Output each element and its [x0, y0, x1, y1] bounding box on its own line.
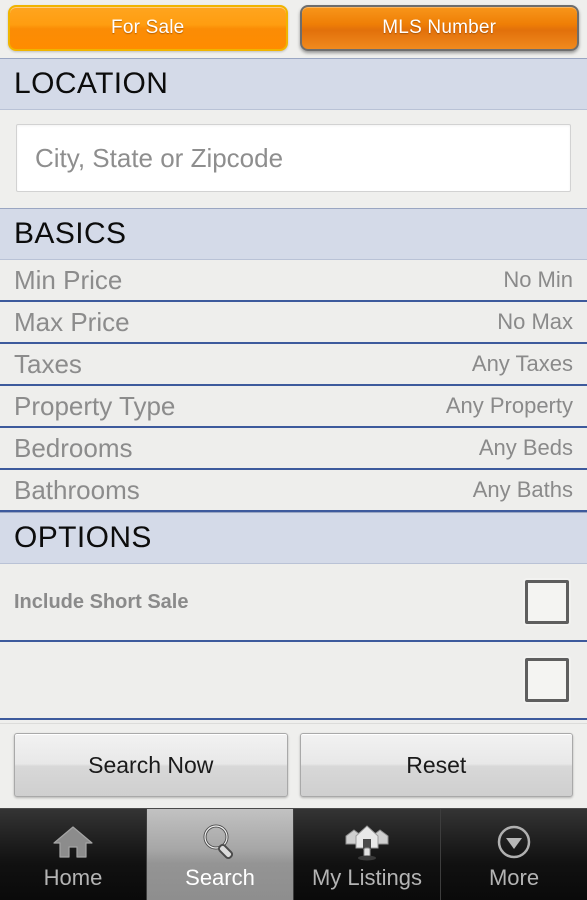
chevron-down-circle-icon [491, 821, 537, 863]
row-label: Max Price [14, 307, 130, 337]
reset-button[interactable]: Reset [299, 733, 573, 797]
row-max-price[interactable]: Max Price No Max [0, 302, 587, 344]
location-input[interactable] [16, 124, 571, 192]
checkbox-option-second[interactable] [525, 658, 569, 702]
row-min-price[interactable]: Min Price No Min [0, 260, 587, 302]
row-label: Min Price [14, 265, 123, 295]
row-value: No Min [503, 267, 573, 292]
tab-home[interactable]: Home [0, 809, 147, 900]
basics-rows: Min Price No Min Max Price No Max Taxes … [0, 260, 587, 512]
search-now-label: Search Now [88, 751, 214, 778]
row-label: Property Type [14, 391, 176, 421]
options-rows: Include Short Sale [0, 564, 587, 720]
option-include-short-sale[interactable]: Include Short Sale [0, 564, 587, 642]
row-taxes[interactable]: Taxes Any Taxes [0, 344, 587, 386]
houses-icon [344, 821, 390, 863]
tab-more[interactable]: More [441, 809, 587, 900]
row-value: Any Baths [472, 477, 573, 502]
toggle-for-sale-label: For Sale [111, 17, 185, 38]
row-label: Taxes [14, 349, 82, 379]
search-screen: For Sale MLS Number LOCATION BASICS Min … [0, 0, 587, 900]
row-bedrooms[interactable]: Bedrooms Any Beds [0, 428, 587, 470]
search-icon [197, 821, 243, 863]
option-second[interactable] [0, 642, 587, 720]
row-value: No Max [497, 309, 573, 334]
search-now-button[interactable]: Search Now [14, 733, 288, 797]
section-header-basics: BASICS [0, 208, 587, 260]
tab-my-listings-label: My Listings [311, 864, 423, 890]
row-bathrooms[interactable]: Bathrooms Any Baths [0, 470, 587, 512]
location-pane [0, 110, 587, 208]
row-property-type[interactable]: Property Type Any Property [0, 386, 587, 428]
toggle-mls-number-label: MLS Number [382, 17, 497, 38]
row-label: Bathrooms [14, 475, 140, 505]
section-header-options: OPTIONS [0, 512, 587, 564]
row-label: Bedrooms [14, 433, 133, 463]
row-value: Any Taxes [471, 351, 573, 376]
section-title-location: LOCATION [14, 67, 169, 100]
row-value: Any Beds [478, 435, 573, 460]
bottom-tab-bar: Home Search My Listings More [0, 808, 587, 900]
section-title-options: OPTIONS [14, 521, 152, 554]
toggle-for-sale[interactable]: For Sale [8, 5, 288, 51]
section-title-basics: BASICS [14, 217, 127, 250]
home-icon [50, 821, 96, 863]
search-mode-toggle: For Sale MLS Number [0, 0, 587, 58]
toggle-mls-number[interactable]: MLS Number [299, 5, 579, 51]
reset-label: Reset [406, 751, 467, 778]
tab-my-listings[interactable]: My Listings [294, 809, 441, 900]
search-form-scroll[interactable]: LOCATION BASICS Min Price No Min Max Pri… [0, 58, 587, 808]
tab-home-label: Home [43, 864, 103, 890]
row-value: Any Property [445, 393, 573, 418]
action-bar: Search Now Reset [0, 723, 587, 808]
tab-search[interactable]: Search [147, 809, 294, 900]
section-header-location: LOCATION [0, 58, 587, 110]
checkbox-include-short-sale[interactable] [525, 580, 569, 624]
tab-search-label: Search [185, 864, 255, 890]
tab-more-label: More [488, 864, 540, 890]
option-label: Include Short Sale [14, 591, 189, 613]
